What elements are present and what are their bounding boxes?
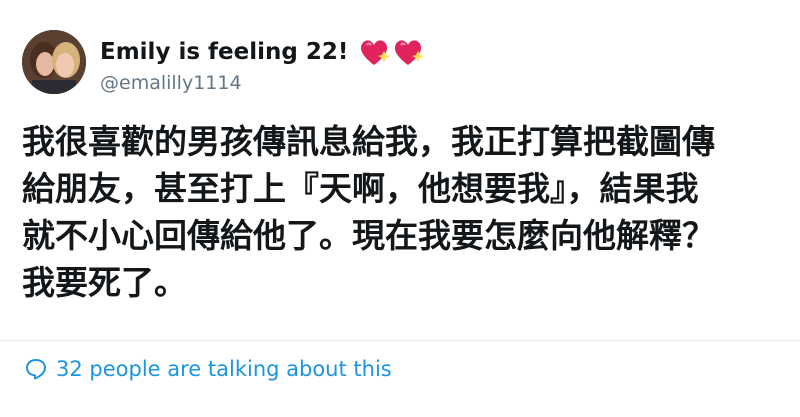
divider — [0, 340, 800, 341]
tweet-text-line: 我很喜歡的男孩傳訊息給我，我正打算把截圖傳 — [22, 122, 715, 161]
tweet-text: 我很喜歡的男孩傳訊息給我，我正打算把截圖傳 給朋友，甚至打上『天啊，他想要我』，… — [22, 118, 782, 306]
avatar-photo-icon — [22, 30, 86, 94]
sparkling-heart-icon — [392, 37, 425, 67]
hearts-emoji — [358, 37, 425, 67]
avatar[interactable] — [22, 30, 86, 94]
display-name[interactable]: Emily is feeling 22! — [100, 39, 348, 65]
tweet-text-line: 就不小心回傳給他了。現在我要怎麼向他解釋？ — [22, 216, 715, 255]
sparkling-heart-icon — [358, 37, 391, 67]
tweet-card: Emily is feeling 22! @emalilly1114 我很喜歡的… — [0, 0, 800, 417]
user-handle[interactable]: @emalilly1114 — [100, 72, 424, 94]
tweet-text-line: 我要死了。 — [22, 263, 187, 302]
display-name-row: Emily is feeling 22! — [100, 36, 425, 68]
talking-about-link[interactable]: 32 people are talking about this — [24, 357, 392, 381]
name-block: Emily is feeling 22! @emalilly1114 — [100, 30, 425, 94]
tweet-header: Emily is feeling 22! @emalilly1114 — [22, 30, 425, 100]
tweet-text-line: 給朋友，甚至打上『天啊，他想要我』，結果我 — [22, 169, 699, 208]
speech-bubble-icon — [24, 357, 48, 381]
talking-about-text: 32 people are talking about this — [56, 357, 392, 381]
